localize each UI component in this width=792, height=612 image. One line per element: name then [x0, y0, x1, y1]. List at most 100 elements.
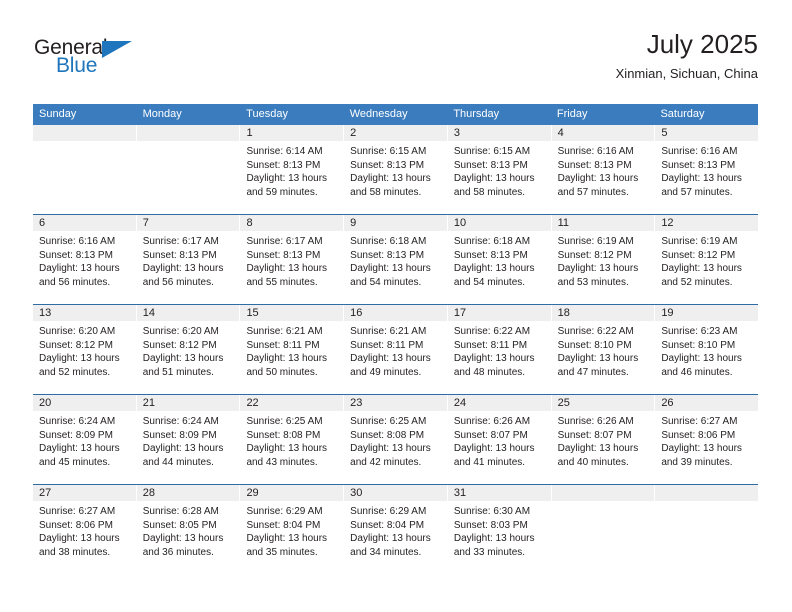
sunset-time: Sunset: 8:09 PM — [142, 429, 217, 441]
sunset-time: Sunset: 8:04 PM — [350, 519, 425, 531]
sunset-time: Sunset: 8:04 PM — [246, 519, 321, 531]
calendar-day-cell[interactable]: 17 Sunrise: 6:22 AM Sunset: 8:11 PM Dayligh… — [446, 305, 551, 394]
daylight-duration: Daylight: 13 hours and 58 minutes. — [453, 173, 535, 198]
calendar-day-cell[interactable]: 26 Sunrise: 6:27 AM Sunset: 8:06 PM Dayligh… — [654, 395, 759, 484]
sunset-time: Sunset: 8:10 PM — [557, 339, 632, 351]
daylight-duration: Daylight: 13 hours and 42 minutes. — [350, 443, 431, 468]
title-block: July 2025 Xinmian, Sichuan, China — [616, 28, 758, 82]
weekday-header-wednesday: Wednesday — [349, 108, 408, 120]
daylight-duration: Daylight: 13 hours and 36 minutes. — [142, 533, 224, 558]
sunset-time: Sunset: 8:13 PM — [246, 249, 321, 261]
calendar-day-cell[interactable]: 2 Sunrise: 6:15 AM Sunset: 8:13 PM Daylight… — [343, 125, 447, 214]
calendar-day-cell[interactable]: 23 Sunrise: 6:25 AM Sunset: 8:08 PM Dayligh… — [343, 395, 447, 484]
day-number: 24 — [447, 395, 551, 411]
calendar-day-cell[interactable]: 20 Sunrise: 6:24 AM Sunset: 8:09 PM Dayligh… — [33, 395, 136, 484]
sunset-time: Sunset: 8:11 PM — [350, 339, 424, 351]
calendar-day-cell[interactable]: 1 Sunrise: 6:14 AM Sunset: 8:13 PM Daylight… — [239, 125, 344, 214]
calendar-day-cell[interactable]: 16 Sunrise: 6:21 AM Sunset: 8:11 PM Dayligh… — [343, 305, 447, 394]
logo-triangle-icon — [102, 41, 132, 58]
calendar-day-cell[interactable]: 28 Sunrise: 6:28 AM Sunset: 8:05 PM Dayligh… — [135, 485, 240, 574]
daylight-duration: Daylight: 13 hours and 57 minutes. — [557, 173, 639, 198]
calendar-day-cell[interactable]: 27 Sunrise: 6:27 AM Sunset: 8:06 PM Dayligh… — [33, 485, 136, 574]
day-number: 22 — [240, 395, 344, 411]
calendar-day-cell[interactable]: 3 Sunrise: 6:15 AM Sunset: 8:13 PM Daylight… — [446, 125, 551, 214]
day-details: Sunrise: 6:20 AM Sunset: 8:12 PM Daylight:… — [137, 321, 240, 379]
sunrise-time: Sunrise: 6:16 AM — [39, 236, 116, 247]
calendar-day-cell[interactable]: 25 Sunrise: 6:26 AM Sunset: 8:07 PM Dayligh… — [550, 395, 655, 484]
calendar-day-cell[interactable]: 22 Sunrise: 6:25 AM Sunset: 8:08 PM Dayligh… — [239, 395, 344, 484]
calendar-day-cell[interactable]: 5 Sunrise: 6:16 AM Sunset: 8:13 PM Daylight… — [654, 125, 759, 214]
day-number — [33, 125, 136, 141]
sunrise-time: Sunrise: 6:28 AM — [142, 506, 219, 517]
calendar-day-cell[interactable]: 8 Sunrise: 6:17 AM Sunset: 8:13 PM Daylight… — [239, 215, 344, 304]
daylight-duration: Daylight: 13 hours and 43 minutes. — [246, 443, 328, 468]
calendar-day-cell[interactable]: 14 Sunrise: 6:20 AM Sunset: 8:12 PM Dayligh… — [135, 305, 240, 394]
calendar-day-cell[interactable]: 18 Sunrise: 6:22 AM Sunset: 8:10 PM Dayligh… — [550, 305, 655, 394]
daylight-duration: Daylight: 13 hours and 52 minutes. — [661, 263, 742, 288]
day-number: 19 — [655, 305, 759, 321]
calendar-day-cell[interactable]: 21 Sunrise: 6:24 AM Sunset: 8:09 PM Dayligh… — [135, 395, 240, 484]
day-details: Sunrise: 6:27 AM Sunset: 8:06 PM Daylight:… — [655, 411, 758, 469]
day-details: Sunrise: 6:29 AM Sunset: 8:04 PM Daylight:… — [240, 501, 343, 559]
sunrise-time: Sunrise: 6:24 AM — [39, 416, 116, 427]
calendar-week-row: 27 Sunrise: 6:27 AM Sunset: 8:06 PM Dayligh… — [33, 484, 759, 574]
calendar-day-cell[interactable]: 31 Sunrise: 6:30 AM Sunset: 8:03 PM Dayligh… — [446, 485, 551, 574]
sunset-time: Sunset: 8:08 PM — [350, 429, 425, 441]
day-details: Sunrise: 6:15 AM Sunset: 8:13 PM Daylight:… — [344, 141, 447, 199]
day-number: 9 — [344, 215, 447, 231]
sunrise-time: Sunrise: 6:15 AM — [453, 146, 531, 157]
sunset-time: Sunset: 8:11 PM — [246, 339, 320, 351]
sunset-time: Sunset: 8:12 PM — [661, 249, 736, 261]
page-subtitle-location: Xinmian, Sichuan, China — [615, 66, 758, 81]
general-blue-logo[interactable]: General Blue — [34, 36, 154, 84]
daylight-duration: Daylight: 13 hours and 56 minutes. — [142, 263, 224, 288]
day-number: 29 — [240, 485, 344, 501]
page-header: General Blue July 2025 Xinmian, Sichuan,… — [34, 28, 758, 92]
sunrise-time: Sunrise: 6:16 AM — [557, 146, 634, 157]
calendar-day-cell[interactable]: 4 Sunrise: 6:16 AM Sunset: 8:13 PM Daylight… — [550, 125, 655, 214]
daylight-duration: Daylight: 13 hours and 51 minutes. — [142, 353, 224, 378]
calendar-day-cell[interactable]: 9 Sunrise: 6:18 AM Sunset: 8:13 PM Daylight… — [343, 215, 447, 304]
daylight-duration: Daylight: 13 hours and 33 minutes. — [453, 533, 535, 558]
sunset-time: Sunset: 8:10 PM — [661, 339, 736, 351]
calendar-day-cell[interactable]: 15 Sunrise: 6:21 AM Sunset: 8:11 PM Dayligh… — [239, 305, 344, 394]
day-details: Sunrise: 6:17 AM Sunset: 8:13 PM Daylight:… — [240, 231, 343, 289]
calendar-day-cell[interactable]: 11 Sunrise: 6:19 AM Sunset: 8:12 PM Dayligh… — [550, 215, 655, 304]
day-details: Sunrise: 6:29 AM Sunset: 8:04 PM Daylight:… — [344, 501, 447, 559]
day-number: 13 — [33, 305, 136, 321]
day-number: 26 — [655, 395, 759, 411]
day-details: Sunrise: 6:18 AM Sunset: 8:13 PM Daylight:… — [344, 231, 447, 289]
calendar-day-cell[interactable]: 12 Sunrise: 6:19 AM Sunset: 8:12 PM Dayligh… — [654, 215, 759, 304]
day-details: Sunrise: 6:14 AM Sunset: 8:13 PM Daylight:… — [240, 141, 343, 199]
calendar-day-cell[interactable]: 13 Sunrise: 6:20 AM Sunset: 8:12 PM Dayligh… — [33, 305, 136, 394]
sunrise-time: Sunrise: 6:18 AM — [350, 236, 427, 247]
daylight-duration: Daylight: 13 hours and 52 minutes. — [39, 353, 120, 378]
calendar-day-cell[interactable]: 7 Sunrise: 6:17 AM Sunset: 8:13 PM Daylight… — [135, 215, 240, 304]
weekday-header-monday: Monday — [142, 108, 182, 120]
sunset-time: Sunset: 8:13 PM — [350, 249, 425, 261]
calendar-day-cell[interactable]: 29 Sunrise: 6:29 AM Sunset: 8:04 PM Dayligh… — [239, 485, 344, 574]
sunset-time: Sunset: 8:13 PM — [453, 159, 528, 171]
day-details: Sunrise: 6:22 AM Sunset: 8:11 PM Daylight:… — [448, 321, 551, 379]
daylight-duration: Daylight: 13 hours and 38 minutes. — [39, 533, 120, 558]
sunset-time: Sunset: 8:07 PM — [557, 429, 632, 441]
weekday-header-row: Sunday Monday Tuesday Wednesday Thursday Frid… — [33, 104, 758, 125]
daylight-duration: Daylight: 13 hours and 56 minutes. — [39, 263, 120, 288]
sunrise-time: Sunrise: 6:29 AM — [246, 506, 323, 517]
calendar-day-cell[interactable]: 6 Sunrise: 6:16 AM Sunset: 8:13 PM Daylight… — [33, 215, 136, 304]
day-number — [551, 485, 655, 501]
day-details: Sunrise: 6:16 AM Sunset: 8:13 PM Daylight:… — [552, 141, 655, 199]
sunrise-time: Sunrise: 6:27 AM — [39, 506, 116, 517]
weekday-header-tuesday: Tuesday — [246, 108, 288, 120]
day-number: 18 — [551, 305, 655, 321]
day-number: 20 — [33, 395, 136, 411]
calendar-day-cell[interactable]: 30 Sunrise: 6:29 AM Sunset: 8:04 PM Dayligh… — [343, 485, 447, 574]
daylight-duration: Daylight: 13 hours and 59 minutes. — [246, 173, 328, 198]
sunrise-time: Sunrise: 6:21 AM — [350, 326, 427, 337]
sunset-time: Sunset: 8:09 PM — [39, 429, 113, 441]
calendar-day-cell[interactable]: 24 Sunrise: 6:26 AM Sunset: 8:07 PM Dayligh… — [446, 395, 551, 484]
calendar-week-row: 1 Sunrise: 6:14 AM Sunset: 8:13 PM Daylight… — [33, 125, 759, 214]
daylight-duration: Daylight: 13 hours and 49 minutes. — [350, 353, 431, 378]
calendar-day-cell[interactable]: 19 Sunrise: 6:23 AM Sunset: 8:10 PM Dayligh… — [654, 305, 759, 394]
calendar-day-cell[interactable]: 10 Sunrise: 6:18 AM Sunset: 8:13 PM Dayligh… — [446, 215, 551, 304]
